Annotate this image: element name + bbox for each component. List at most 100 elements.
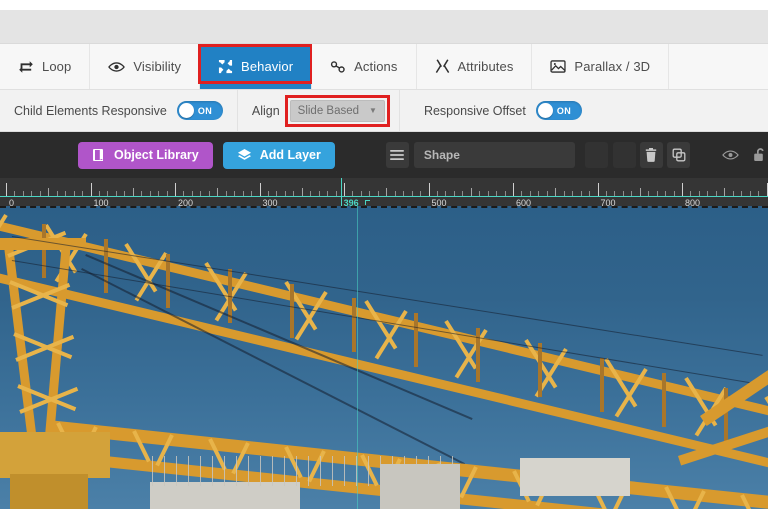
toggle-layer-lock-button[interactable] — [753, 147, 768, 163]
ruler-tick — [420, 191, 422, 196]
ruler-tick — [360, 191, 362, 196]
building-slab — [150, 482, 300, 509]
crane-vertical-strut — [724, 387, 728, 442]
ruler-tick — [521, 191, 523, 196]
option-align: Align Slide Based ▼ — [238, 90, 400, 131]
ruler-tick — [39, 191, 41, 196]
ruler-tick — [267, 191, 269, 196]
object-library-button[interactable]: Object Library — [78, 141, 213, 169]
rebar — [200, 456, 201, 486]
toolbar-blank-button-1[interactable] — [585, 142, 609, 168]
tab-actions[interactable]: Actions — [312, 44, 417, 89]
ruler-tick — [124, 191, 126, 196]
layers-icon — [237, 148, 252, 163]
tab-parallax[interactable]: Parallax / 3D — [532, 44, 670, 89]
ruler-tick — [191, 191, 193, 196]
rebar — [440, 456, 441, 486]
ruler-tick — [563, 191, 565, 196]
ruler-tick — [73, 191, 75, 196]
layer-menu-button[interactable] — [385, 142, 409, 168]
ruler-tick — [504, 191, 506, 196]
ruler-tick — [707, 191, 709, 196]
tab-label: Behavior — [241, 59, 294, 74]
add-layer-button[interactable]: Add Layer — [222, 141, 335, 169]
ruler-tick — [377, 191, 379, 196]
image-icon — [550, 60, 567, 73]
ruler-tick — [411, 191, 413, 196]
ruler-guide-marker[interactable] — [340, 178, 342, 206]
option-responsive-offset: Responsive Offset ON — [400, 90, 596, 131]
ruler-tick — [318, 191, 320, 196]
ruler-tick — [487, 191, 489, 196]
ruler-tick — [394, 191, 396, 196]
duplicate-layer-button[interactable] — [667, 142, 691, 168]
shape-name-input[interactable]: Shape — [413, 142, 575, 168]
rebar — [404, 456, 405, 486]
ruler-tick — [453, 191, 455, 196]
ruler-tick — [149, 191, 151, 196]
ruler-tick — [513, 183, 514, 196]
ruler-guide-handle[interactable] — [364, 200, 370, 205]
tab-label: Parallax / 3D — [574, 59, 651, 74]
align-select-value: Slide Based — [297, 104, 360, 117]
tab-attributes[interactable]: Attributes — [416, 44, 533, 89]
ruler-tick — [115, 191, 117, 196]
trash-icon — [645, 148, 657, 162]
ruler-tick — [538, 191, 540, 196]
tab-label: Visibility — [133, 59, 182, 74]
crane-base — [0, 432, 110, 478]
rebar — [176, 456, 177, 486]
ruler-guide-label: 396 — [343, 198, 359, 206]
copy-icon — [672, 148, 686, 162]
ruler-tick — [225, 191, 227, 196]
align-label: Align — [251, 103, 280, 118]
ruler-label: 700 — [600, 198, 616, 206]
ruler-tick — [22, 191, 24, 196]
ruler-label: 100 — [93, 198, 109, 206]
rebar — [248, 456, 249, 486]
ruler-tick — [352, 191, 354, 196]
toolbar-blank-button-2[interactable] — [612, 142, 636, 168]
responsive-offset-label: Responsive Offset — [423, 103, 526, 118]
rebar — [284, 456, 285, 486]
behavior-icon — [218, 59, 233, 74]
rebar — [368, 456, 369, 486]
align-select[interactable]: Slide Based ▼ — [289, 99, 385, 122]
toggle-state-label: ON — [556, 105, 572, 116]
ruler-tick — [758, 191, 760, 196]
responsive-offset-toggle[interactable]: ON — [535, 101, 582, 120]
rebar — [212, 456, 213, 486]
rebar — [344, 456, 345, 486]
rebar — [416, 456, 417, 486]
vertical-guide-line — [357, 206, 358, 509]
rebar — [428, 456, 429, 486]
ruler-tick — [141, 191, 143, 196]
ruler-tick — [445, 191, 447, 196]
toggle-layer-visibility-button[interactable] — [722, 149, 739, 161]
tab-visibility[interactable]: Visibility — [90, 44, 201, 89]
eye-icon — [108, 61, 126, 73]
rebar — [332, 456, 333, 486]
tab-behavior[interactable]: Behavior — [198, 44, 314, 89]
slide-canvas[interactable]: Laboratory Services Con — [0, 206, 768, 509]
delete-layer-button[interactable] — [640, 142, 663, 168]
rebar — [392, 456, 393, 486]
loop-icon — [18, 60, 34, 74]
ruler-tick — [183, 191, 185, 196]
rebar — [236, 456, 237, 486]
ruler-tick — [208, 191, 210, 196]
canvas-ruler[interactable]: 0 100 200 300 500 600 700 800 396 — [0, 178, 768, 206]
ruler-label: 300 — [262, 198, 278, 206]
layer-selection-outline — [0, 206, 768, 208]
ruler-label: 200 — [178, 198, 194, 206]
book-icon — [92, 148, 106, 162]
child-elements-responsive-toggle[interactable]: ON — [176, 101, 223, 120]
ruler-tick — [428, 183, 430, 196]
tab-loop[interactable]: Loop — [0, 44, 91, 89]
chevron-down-icon: ▼ — [369, 106, 377, 115]
ruler-tick — [766, 183, 768, 196]
ruler-tick — [605, 191, 607, 196]
ruler-tick — [301, 188, 303, 196]
ruler-tick — [656, 191, 658, 196]
ruler-tick — [259, 183, 261, 196]
